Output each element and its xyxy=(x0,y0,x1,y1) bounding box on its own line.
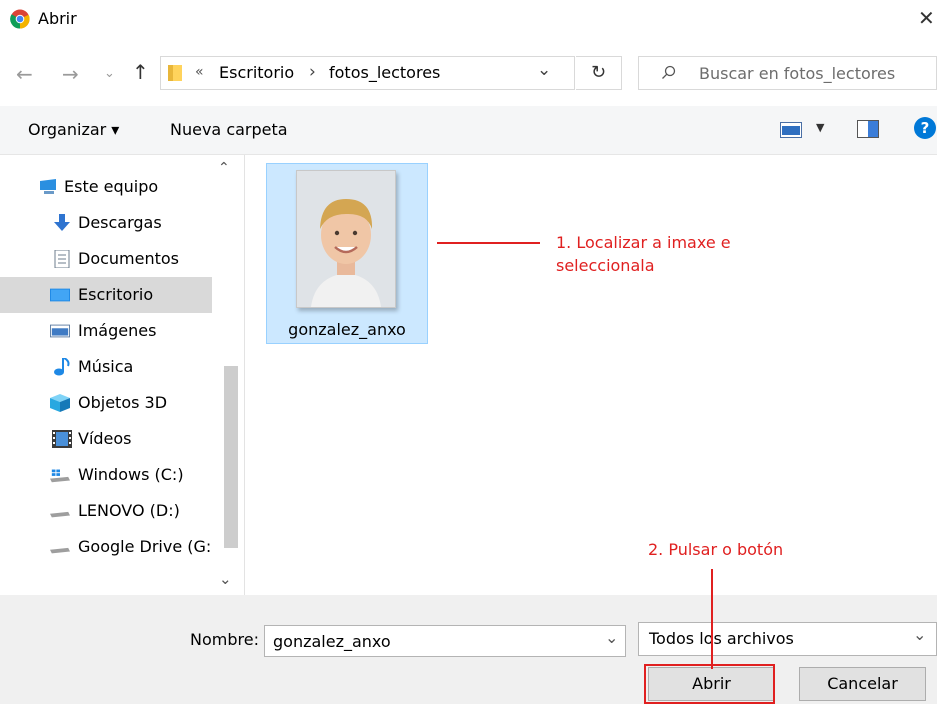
scroll-up-icon[interactable]: ⌃ xyxy=(218,160,230,176)
file-name-value: gonzalez_anxo xyxy=(273,632,391,651)
view-options-icon[interactable] xyxy=(780,122,802,138)
chrome-icon xyxy=(10,9,30,29)
sidebar-item-label: Objetos 3D xyxy=(78,393,168,412)
view-options-dropdown-icon[interactable]: ▼ xyxy=(816,121,824,134)
sidebar-item-label: Imágenes xyxy=(78,321,157,340)
file-name-label-text: Nombre: xyxy=(190,630,259,649)
desktop-icon xyxy=(50,288,70,302)
close-icon[interactable]: ✕ xyxy=(918,6,935,30)
sidebar-item-label: Google Drive (G:) xyxy=(78,537,212,556)
navigation-pane: Este equipo Descargas Documentos Escrito… xyxy=(0,155,245,595)
sidebar-item-label: Windows (C:) xyxy=(78,465,184,484)
sidebar-item-windows-c[interactable]: Windows (C:) xyxy=(0,457,212,493)
breadcrumb-item-escritorio[interactable]: Escritorio xyxy=(219,63,294,82)
sidebar-item-label: LENOVO (D:) xyxy=(78,501,180,520)
file-name-label: gonzalez_anxo xyxy=(288,320,406,339)
recent-locations-chevron-icon[interactable]: ⌄ xyxy=(104,66,115,81)
sidebar-item-descargas[interactable]: Descargas xyxy=(0,205,212,241)
preview-pane-icon[interactable] xyxy=(857,120,879,138)
sidebar-item-google-drive-g[interactable]: Google Drive (G:) xyxy=(0,529,212,565)
sidebar-item-label: Documentos xyxy=(78,249,180,268)
sidebar-item-objetos-3d[interactable]: Objetos 3D xyxy=(0,385,212,421)
file-type-select[interactable]: Todos los archivos ⌄ xyxy=(638,622,937,656)
sidebar-item-label: Este equipo xyxy=(64,177,159,196)
download-icon xyxy=(54,214,70,231)
breadcrumb-item-fotos-lectores[interactable]: fotos_lectores xyxy=(329,63,440,82)
window-title: Abrir xyxy=(38,9,77,28)
help-icon[interactable]: ? xyxy=(914,117,936,139)
sidebar-item-musica[interactable]: Música xyxy=(0,349,212,385)
sidebar-item-videos[interactable]: Vídeos xyxy=(0,421,212,457)
annotation-step1-line2: seleccionala xyxy=(556,256,655,275)
sidebar-item-label: Música xyxy=(78,357,134,376)
search-icon xyxy=(662,65,676,79)
breadcrumb-separator: › xyxy=(309,62,316,82)
file-thumbnail[interactable] xyxy=(296,170,396,308)
videos-icon xyxy=(52,430,72,448)
annotation-highlight-open-button xyxy=(644,664,775,704)
3d-objects-icon xyxy=(50,394,70,412)
annotation-step1-line1: 1. Localizar a imaxe e xyxy=(556,233,731,252)
file-name-input[interactable]: gonzalez_anxo ⌄ xyxy=(264,625,626,657)
organize-button[interactable]: Organizar ▾ xyxy=(28,120,119,139)
music-icon xyxy=(54,358,70,376)
sidebar-item-documentos[interactable]: Documentos xyxy=(0,241,212,277)
file-type-value: Todos los archivos xyxy=(649,629,794,648)
boy-portrait-image xyxy=(297,171,395,307)
windows-drive-icon xyxy=(50,469,70,483)
breadcrumb-overflow[interactable]: « xyxy=(195,64,204,80)
cancel-button[interactable]: Cancelar xyxy=(799,667,926,701)
annotation-step2: 2. Pulsar o botón xyxy=(648,540,784,559)
title-bar xyxy=(0,0,937,40)
search-input[interactable]: Buscar en fotos_lectores xyxy=(699,64,895,83)
file-name-dropdown-icon[interactable]: ⌄ xyxy=(605,628,618,647)
annotation-line-step1 xyxy=(437,242,540,244)
sidebar-item-este-equipo[interactable]: Este equipo xyxy=(0,169,212,205)
scroll-down-icon[interactable]: ⌄ xyxy=(219,570,232,588)
computer-icon xyxy=(40,179,56,194)
file-type-dropdown-icon[interactable]: ⌄ xyxy=(913,625,926,644)
new-folder-button[interactable]: Nueva carpeta xyxy=(170,120,288,139)
sidebar-item-escritorio[interactable]: Escritorio xyxy=(0,277,212,313)
back-arrow-icon[interactable]: ← xyxy=(16,62,33,86)
address-bar[interactable]: « Escritorio › fotos_lectores ⌄ xyxy=(160,56,575,90)
folder-icon xyxy=(168,65,182,81)
sidebar-item-label: Escritorio xyxy=(78,285,154,304)
drive-icon xyxy=(50,547,70,554)
annotation-line-step2 xyxy=(711,569,713,669)
drive-icon xyxy=(50,511,70,518)
refresh-icon[interactable]: ↻ xyxy=(576,56,622,90)
sidebar-item-label: Descargas xyxy=(78,213,162,232)
forward-arrow-icon[interactable]: → xyxy=(62,62,79,86)
sidebar-item-imagenes[interactable]: Imágenes xyxy=(0,313,212,349)
address-dropdown-icon[interactable]: ⌄ xyxy=(537,60,551,80)
sidebar-item-lenovo-d[interactable]: LENOVO (D:) xyxy=(0,493,212,529)
up-arrow-icon[interactable]: ↑ xyxy=(132,60,149,84)
sidebar-item-label: Vídeos xyxy=(78,429,132,448)
documents-icon xyxy=(54,250,70,268)
search-box[interactable]: Buscar en fotos_lectores xyxy=(638,56,937,90)
pictures-icon xyxy=(50,324,70,338)
scrollbar-thumb[interactable] xyxy=(224,366,238,548)
